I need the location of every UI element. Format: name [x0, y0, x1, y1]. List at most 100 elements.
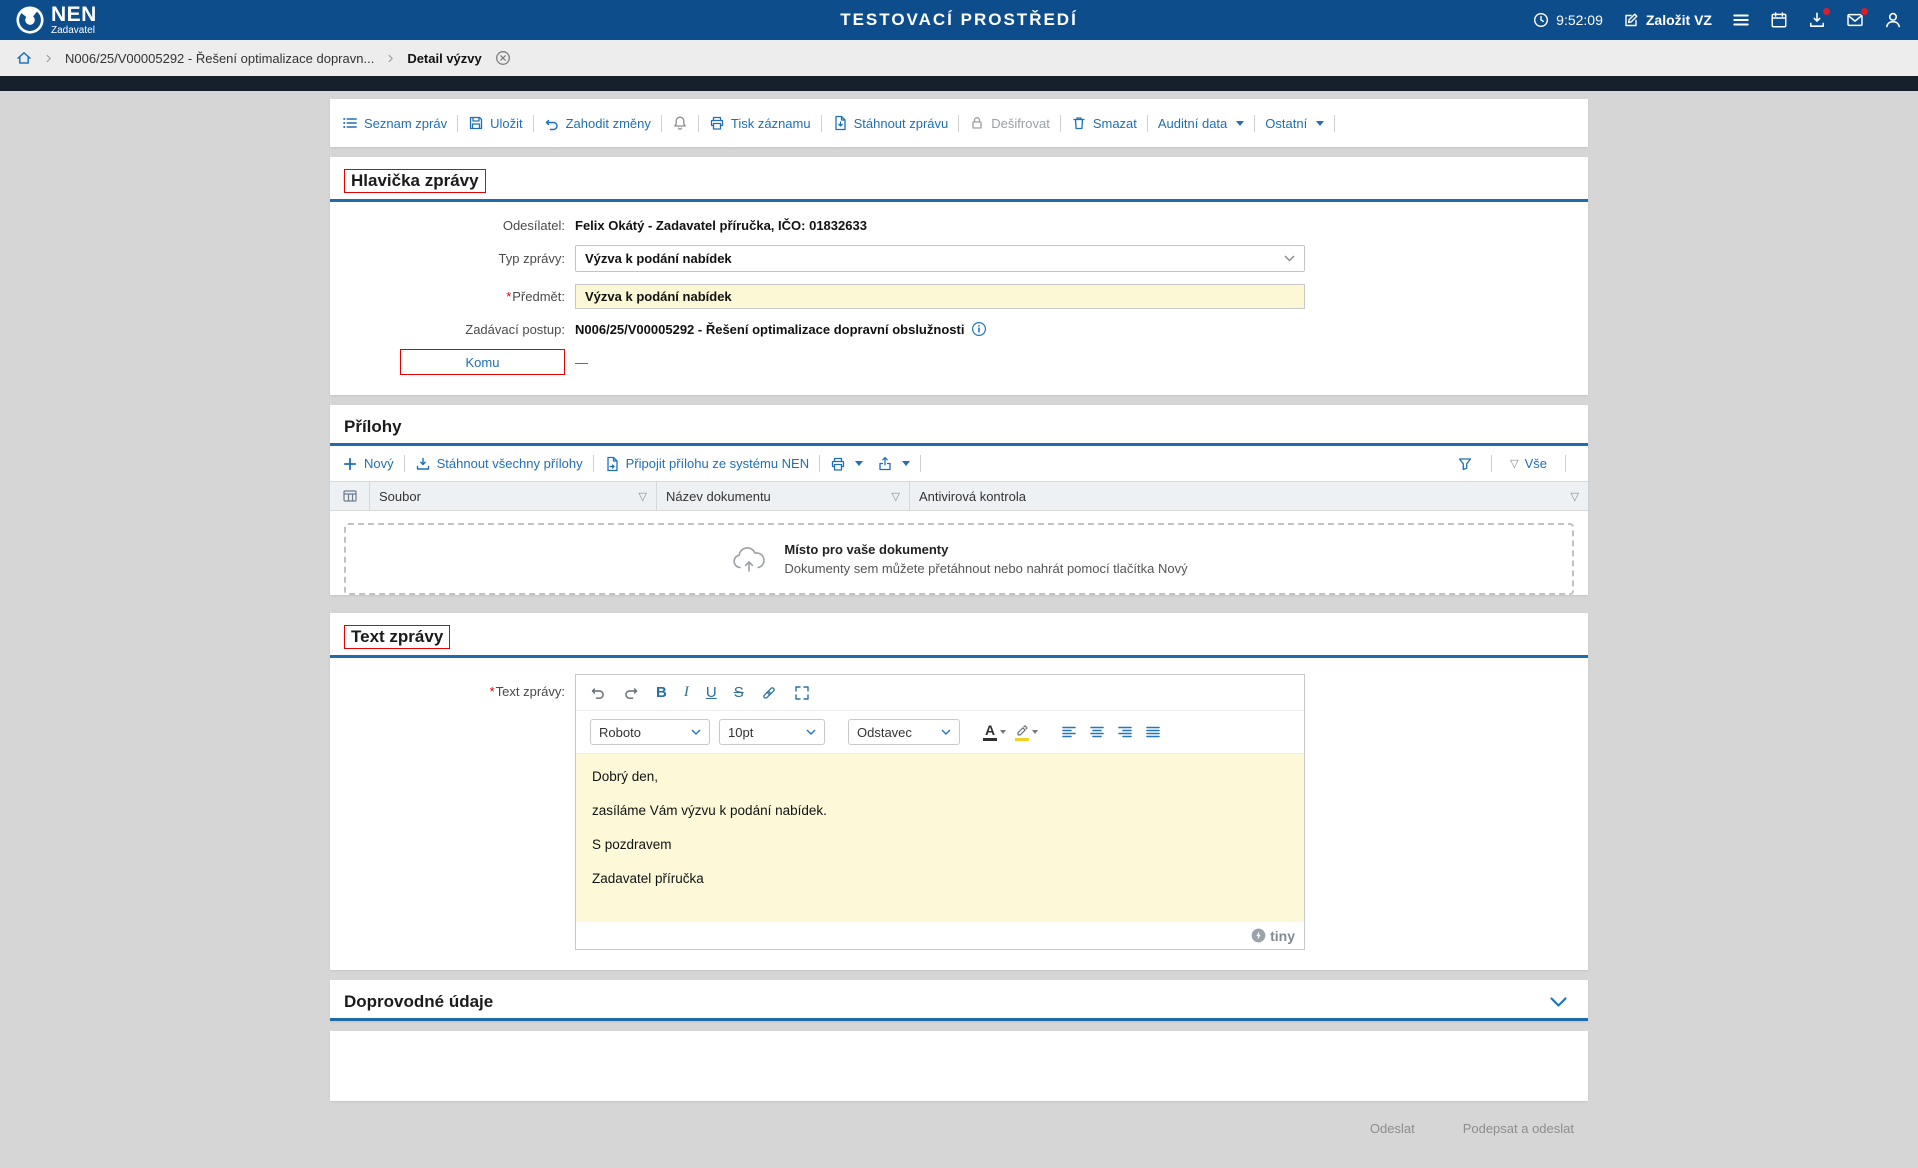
- download-all-attachments-button[interactable]: Stáhnout všechny přílohy: [415, 456, 583, 472]
- column-header-soubor[interactable]: Soubor ▽: [370, 482, 657, 510]
- close-tab-button[interactable]: [495, 50, 511, 66]
- editor-undo-button[interactable]: [590, 685, 606, 701]
- download-message-button[interactable]: Stáhnout zprávu: [832, 115, 949, 131]
- align-left-icon: [1061, 724, 1077, 740]
- column-header-antivirova-kontrola[interactable]: Antivirová kontrola ▽: [910, 482, 1588, 510]
- close-icon: [495, 50, 511, 66]
- create-vz-label: Založit VZ: [1646, 12, 1712, 28]
- editor-strikethrough-button[interactable]: S: [734, 684, 744, 701]
- section-underline: [330, 1018, 1588, 1021]
- editor-font-select[interactable]: Roboto: [590, 719, 710, 745]
- separator: [1334, 115, 1335, 132]
- send-button[interactable]: Odeslat: [1370, 1121, 1415, 1136]
- print-record-button[interactable]: Tisk záznamu: [709, 115, 811, 131]
- downloads-notification-badge: [1822, 7, 1831, 16]
- separator: [457, 115, 458, 132]
- filter-triangle-icon[interactable]: ▽: [631, 490, 647, 503]
- export-attachments-button[interactable]: [877, 456, 910, 472]
- editor-align-justify-button[interactable]: [1145, 724, 1161, 740]
- editor-link-button[interactable]: [761, 685, 777, 701]
- editor-highlight-color-button[interactable]: [1015, 724, 1038, 741]
- session-clock: 9:52:09: [1533, 12, 1603, 28]
- caret-down-icon: [855, 461, 863, 466]
- column-settings-button[interactable]: [330, 482, 370, 510]
- editor-align-center-button[interactable]: [1089, 724, 1105, 740]
- new-attachment-label: Nový: [364, 456, 394, 471]
- editor-paragraph: zasíláme Vám výzvu k podání nabídek.: [592, 803, 1288, 818]
- clock-icon: [1533, 12, 1549, 28]
- undo-icon: [590, 685, 606, 701]
- environment-title: TESTOVACÍ PROSTŘEDÍ: [840, 10, 1078, 30]
- saved-filter-select[interactable]: ▽ Vše: [1510, 456, 1547, 471]
- new-attachment-button[interactable]: Nový: [342, 456, 394, 472]
- attachments-toolbar: Nový Stáhnout všechny přílohy Připojit p…: [330, 446, 1588, 481]
- profile-button[interactable]: [1884, 11, 1902, 29]
- sender-row: Odesílatel: Felix Okátý - Zadavatel přír…: [330, 218, 1588, 233]
- column-header-nazev-dokumentu[interactable]: Název dokumentu ▽: [657, 482, 910, 510]
- editor-text-color-button[interactable]: A: [983, 723, 1006, 741]
- downloads-button[interactable]: [1808, 11, 1826, 29]
- recipients-button[interactable]: Komu: [400, 349, 565, 375]
- calendar-button[interactable]: [1770, 11, 1788, 29]
- tinymce-branding[interactable]: tiny: [1251, 928, 1295, 944]
- editor-fontsize-select[interactable]: 10pt: [719, 719, 825, 745]
- decrypt-button[interactable]: Dešifrovat: [969, 115, 1050, 131]
- collapse-section-button[interactable]: [1549, 996, 1574, 1009]
- editor-italic-button[interactable]: I: [684, 684, 689, 701]
- message-list-button[interactable]: Seznam zpráv: [342, 115, 447, 131]
- accompanying-data-section: Doprovodné údaje: [330, 980, 1588, 1021]
- delete-button[interactable]: Smazat: [1071, 115, 1137, 131]
- footer-actions: Odeslat Podepsat a odeslat: [330, 1111, 1588, 1168]
- attachments-dropzone[interactable]: Místo pro vaše dokumenty Dokumenty sem m…: [344, 523, 1574, 595]
- breadcrumb-procedure[interactable]: N006/25/V00005292 - Řešení optimalizace …: [65, 51, 374, 66]
- message-actions-toolbar: Seznam zpráv Uložit Zahodit změny: [330, 99, 1588, 147]
- editor-fontsize-value: 10pt: [728, 725, 753, 740]
- caret-down-icon: [1000, 730, 1006, 734]
- editor-block-select[interactable]: Odstavec: [848, 719, 960, 745]
- recipients-value: —: [575, 355, 588, 370]
- editor-paragraph: Dobrý den,: [592, 769, 1288, 784]
- audit-data-button[interactable]: Auditní data: [1158, 116, 1244, 131]
- share-icon: [877, 456, 893, 472]
- attach-file-icon: [604, 456, 620, 472]
- other-actions-button[interactable]: Ostatní: [1265, 116, 1324, 131]
- info-icon[interactable]: [971, 321, 987, 337]
- message-type-select[interactable]: Výzva k podání nabídek: [575, 245, 1305, 272]
- procedure-row: Zadávací postup: N006/25/V00005292 - Řeš…: [330, 321, 1588, 337]
- nen-home-link[interactable]: NEN Zadavatel: [16, 4, 97, 36]
- editor-fullscreen-button[interactable]: [794, 685, 810, 701]
- editor-underline-button[interactable]: U: [706, 684, 717, 701]
- editor-align-right-button[interactable]: [1117, 724, 1133, 740]
- print-attachments-button[interactable]: [830, 456, 863, 472]
- create-vz-button[interactable]: Založit VZ: [1623, 12, 1712, 28]
- sender-label: Odesílatel:: [330, 218, 575, 233]
- save-button[interactable]: Uložit: [468, 115, 523, 131]
- discard-changes-button[interactable]: Zahodit změny: [544, 115, 651, 131]
- filter-triangle-icon[interactable]: ▽: [884, 490, 900, 503]
- sign-and-send-button[interactable]: Podepsat a odeslat: [1463, 1121, 1574, 1136]
- filter-triangle-icon[interactable]: ▽: [1563, 490, 1579, 503]
- chevron-down-icon: [1549, 996, 1568, 1009]
- filter-button[interactable]: [1457, 456, 1473, 472]
- messages-button[interactable]: [1846, 11, 1864, 29]
- download-message-label: Stáhnout zprávu: [854, 116, 949, 131]
- redo-icon: [623, 685, 639, 701]
- message-type-value: Výzva k podání nabídek: [585, 251, 732, 266]
- editor-redo-button[interactable]: [623, 685, 639, 701]
- home-button[interactable]: [16, 50, 32, 66]
- edit-icon: [1623, 12, 1639, 28]
- separator: [1565, 455, 1566, 472]
- editor-content-area[interactable]: Dobrý den, zasíláme Vám výzvu k podání n…: [576, 754, 1304, 922]
- topbar: NEN Zadavatel TESTOVACÍ PROSTŘEDÍ 9:52:0…: [0, 0, 1918, 40]
- highlight-color-swatch: [1015, 738, 1029, 741]
- section-title-prilohy: Přílohy: [344, 417, 402, 437]
- notifications-toggle-button[interactable]: [672, 115, 688, 131]
- chevron-down-icon: [941, 729, 951, 735]
- delete-label: Smazat: [1093, 116, 1137, 131]
- menu-button[interactable]: [1732, 11, 1750, 29]
- align-right-icon: [1117, 724, 1133, 740]
- attach-from-nen-button[interactable]: Připojit přílohu ze systému NEN: [604, 456, 810, 472]
- editor-align-left-button[interactable]: [1061, 724, 1077, 740]
- editor-bold-button[interactable]: B: [656, 684, 667, 701]
- subject-input[interactable]: Výzva k podání nabídek: [575, 284, 1305, 309]
